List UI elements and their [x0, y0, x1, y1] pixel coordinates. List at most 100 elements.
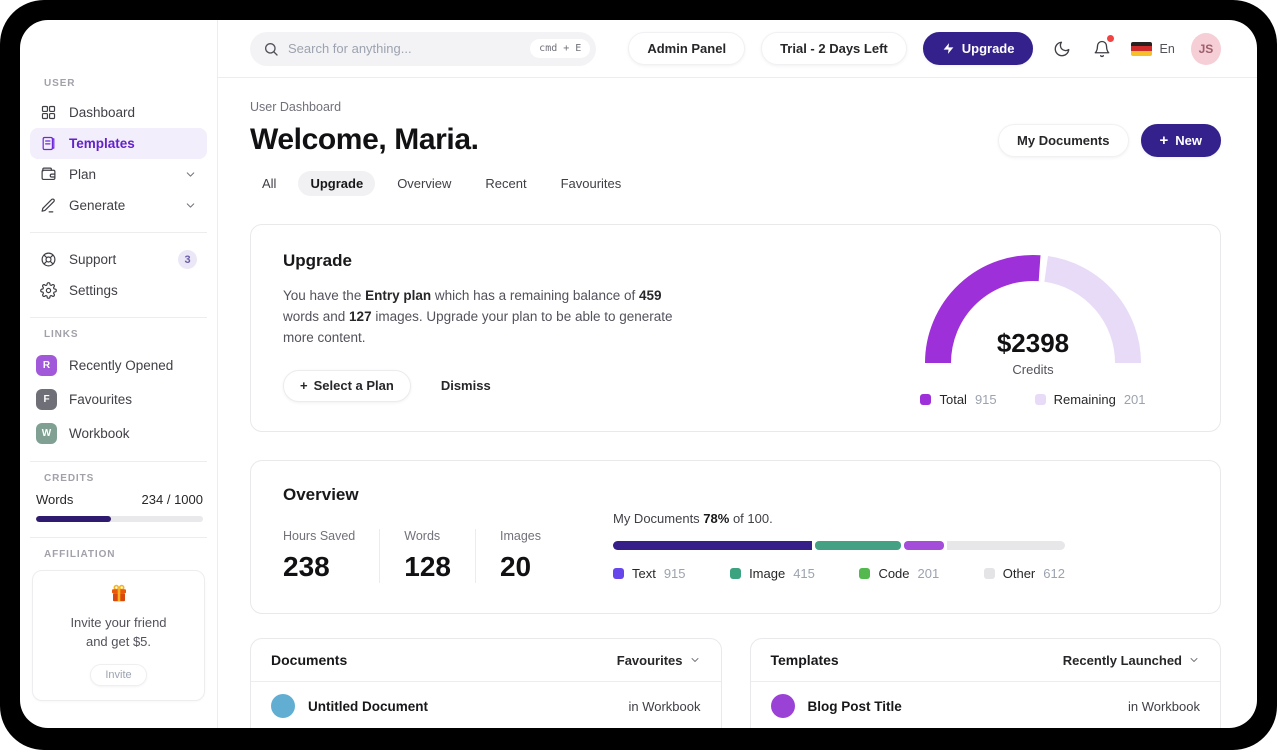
upgrade-card-body: You have the Entry plan which has a rema…	[283, 288, 673, 345]
main-area: cmd + E Admin Panel Trial - 2 Days Left …	[218, 20, 1257, 728]
language-label: En	[1159, 41, 1175, 56]
legend-item-text: Text 915	[612, 566, 686, 581]
templates-filter-dropdown[interactable]: Recently Launched	[1063, 653, 1200, 668]
bar-segment-text	[612, 541, 812, 550]
dark-mode-toggle[interactable]	[1049, 36, 1074, 62]
new-button[interactable]: + New	[1140, 123, 1221, 157]
upgrade-card: Upgrade You have the Entry plan which ha…	[250, 224, 1221, 432]
templates-card-header: Templates Recently Launched	[750, 639, 1220, 682]
progress-caption: My Documents 78% of 100.	[612, 511, 773, 526]
my-documents-button[interactable]: My Documents	[998, 123, 1129, 157]
upgrade-button[interactable]: Upgrade	[922, 32, 1034, 65]
credits-progress-bar	[36, 516, 203, 522]
sidebar-item-plan[interactable]: Plan	[30, 159, 207, 190]
gauge-chart: $2398 Credits	[923, 251, 1143, 377]
text-swatch	[612, 568, 624, 579]
content: User Dashboard Welcome, Maria. My Docume…	[218, 78, 1257, 728]
affiliation-text-line2: and get $5.	[85, 633, 152, 649]
generate-pencil-icon	[41, 198, 55, 213]
legend-item-image: Image 415	[730, 566, 815, 581]
upgrade-card-left: Upgrade You have the Entry plan which ha…	[283, 251, 695, 407]
link-initial-badge: F	[36, 388, 57, 410]
topbar: cmd + E Admin Panel Trial - 2 Days Left …	[218, 20, 1257, 78]
affiliation-card: Invite your friend and get $5. Invite	[32, 570, 205, 701]
trial-status-button[interactable]: Trial - 2 Days Left	[761, 32, 907, 65]
template-list-item[interactable]: Blog Post Title in Workbook	[751, 682, 1221, 728]
gauge-legend: Total 915 Remaining 201	[920, 392, 1146, 407]
legend-item-remaining: Remaining 201	[1034, 392, 1146, 407]
page-title: Welcome, Maria.	[250, 123, 479, 156]
template-location: in Workbook	[1127, 698, 1200, 714]
document-location: in Workbook	[628, 698, 701, 714]
sidebar-link-recently-opened[interactable]: R Recently Opened	[30, 348, 207, 382]
legend-item-other: Other 612	[983, 566, 1065, 581]
support-lifebuoy-icon	[41, 252, 56, 267]
stacked-progress-bar	[612, 541, 1065, 550]
search-icon	[265, 42, 278, 56]
tab-favourites[interactable]: Favourites	[549, 171, 634, 196]
remaining-words: 459	[638, 288, 662, 303]
germany-flag-icon	[1130, 41, 1152, 56]
documents-filter-dropdown[interactable]: Favourites	[617, 653, 701, 668]
chevron-down-icon	[186, 172, 195, 177]
progress-percent: 78%	[703, 511, 730, 526]
search-input[interactable]	[288, 41, 522, 56]
lightning-bolt-icon	[943, 43, 954, 54]
gauge-value: $2398	[996, 328, 1070, 358]
sidebar-link-favourites[interactable]: F Favourites	[30, 382, 207, 416]
user-avatar[interactable]: JS	[1190, 32, 1222, 65]
sidebar-item-label: Dashboard	[69, 105, 136, 120]
upgrade-card-actions: + Select a Plan Dismiss	[283, 369, 695, 402]
support-count-badge: 3	[178, 250, 197, 269]
sidebar-section-credits: CREDITS	[44, 473, 95, 484]
bell-icon	[1094, 40, 1110, 57]
link-label: Recently Opened	[69, 357, 174, 373]
sidebar-item-support[interactable]: Support 3	[30, 244, 207, 275]
gift-icon	[111, 584, 126, 602]
notifications-button[interactable]	[1090, 34, 1115, 62]
tab-overview[interactable]: Overview	[385, 171, 463, 196]
dismiss-button[interactable]: Dismiss	[441, 378, 491, 393]
gauge-label: Credits	[1012, 362, 1054, 377]
sidebar-item-dashboard[interactable]: Dashboard	[30, 97, 207, 128]
sidebar: USER Dashboard Templates Plan Generate S…	[20, 20, 218, 728]
tab-recent[interactable]: Recent	[473, 171, 538, 196]
search-shortcut-badge: cmd + E	[530, 39, 591, 58]
progress-legend: Text 915 Image 415 Code 201 Other 612	[612, 566, 1065, 581]
sidebar-link-workbook[interactable]: W Workbook	[30, 416, 207, 450]
chevron-down-icon	[691, 658, 698, 662]
chevron-down-icon	[186, 203, 195, 208]
remaining-swatch	[1034, 394, 1046, 405]
bar-segment-code	[903, 541, 945, 550]
device-screen: USER Dashboard Templates Plan Generate S…	[0, 0, 1277, 750]
template-title: Blog Post Title	[807, 698, 902, 714]
invite-button[interactable]: Invite	[90, 663, 147, 686]
admin-panel-button[interactable]: Admin Panel	[628, 32, 746, 65]
select-plan-button[interactable]: + Select a Plan	[283, 369, 411, 402]
tab-upgrade[interactable]: Upgrade	[298, 171, 376, 196]
tab-all[interactable]: All	[250, 171, 288, 196]
remaining-images: 127	[349, 308, 372, 324]
bar-segment-other	[947, 541, 1065, 550]
notification-dot	[1106, 34, 1114, 42]
overview-card: Overview Hours Saved 238 Words 128 Image…	[250, 460, 1221, 614]
header-actions: My Documents + New	[998, 123, 1221, 157]
plan-wallet-icon	[41, 167, 56, 181]
document-title: Untitled Document	[308, 698, 428, 714]
documents-card-header: Documents Favourites	[251, 639, 721, 682]
stat-hours-saved: Hours Saved 238	[283, 529, 356, 582]
search-bar[interactable]: cmd + E	[250, 31, 597, 66]
language-selector[interactable]: En	[1130, 41, 1175, 56]
templates-card-title: Templates	[770, 652, 839, 668]
document-list-item[interactable]: Untitled Document in Workbook	[251, 682, 721, 728]
sidebar-item-generate[interactable]: Generate	[30, 190, 207, 221]
documents-card-title: Documents	[271, 652, 348, 668]
chevron-down-icon	[1190, 658, 1198, 662]
sidebar-item-settings[interactable]: Settings	[30, 275, 207, 306]
affiliation-text-line1: Invite your friend	[70, 615, 167, 630]
sidebar-item-label: Plan	[69, 167, 97, 182]
plus-icon: +	[1159, 131, 1169, 149]
sidebar-item-templates[interactable]: Templates	[30, 128, 207, 159]
settings-gear-icon	[40, 282, 57, 299]
credits-gauge: $2398 Credits Total 915 Remaining 201	[878, 251, 1188, 407]
